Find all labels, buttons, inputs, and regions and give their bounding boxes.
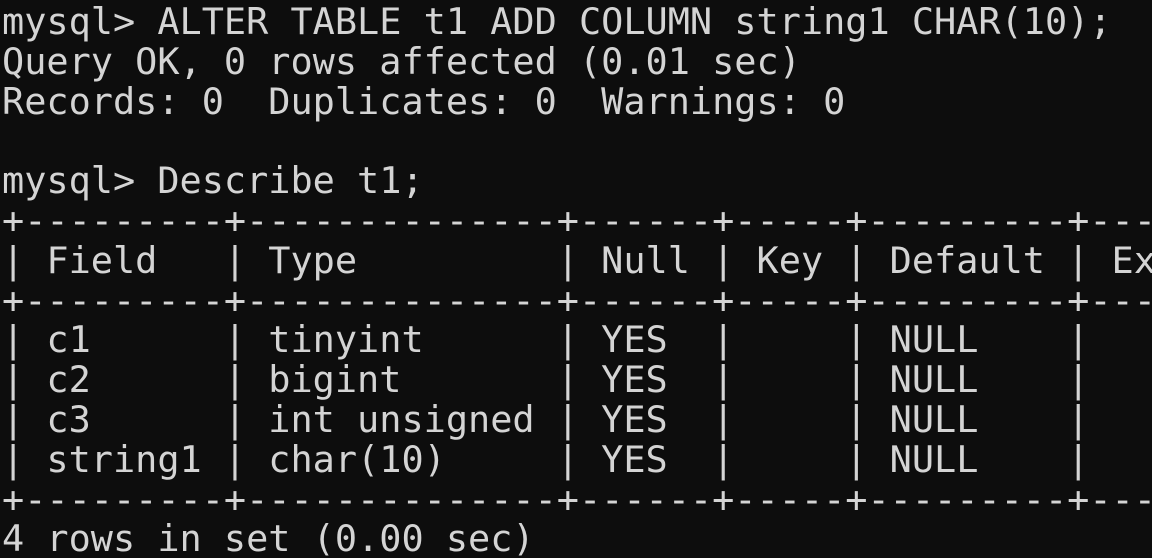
terminal-line-query-ok: Query OK, 0 rows affected (0.01 sec) [2, 39, 801, 83]
terminal-line-records-summary: Records: 0 Duplicates: 0 Warnings: 0 [2, 79, 846, 123]
terminal-line-command-describe: mysql> Describe t1; [2, 159, 424, 203]
table-separator-top: +---------+--------------+------+-----+-… [2, 198, 1152, 242]
table-separator-bottom: +---------+--------------+------+-----+-… [2, 477, 1152, 521]
table-row: | c2 | bigint | YES | | NULL | | [2, 358, 1152, 402]
table-separator-header: +---------+--------------+------+-----+-… [2, 278, 1152, 322]
terminal-window[interactable]: mysql> ALTER TABLE t1 ADD COLUMN string1… [0, 0, 1152, 558]
table-header-row: | Field | Type | Null | Key | Default | … [2, 238, 1152, 282]
table-row: | c3 | int unsigned | YES | | NULL | | [2, 397, 1152, 441]
table-row: | c1 | tinyint | YES | | NULL | | [2, 318, 1152, 362]
table-row: | string1 | char(10) | YES | | NULL | | [2, 437, 1152, 481]
terminal-line-command-alter: mysql> ALTER TABLE t1 ADD COLUMN string1… [2, 0, 1112, 43]
terminal-line-rows-in-set: 4 rows in set (0.00 sec) [2, 517, 535, 558]
